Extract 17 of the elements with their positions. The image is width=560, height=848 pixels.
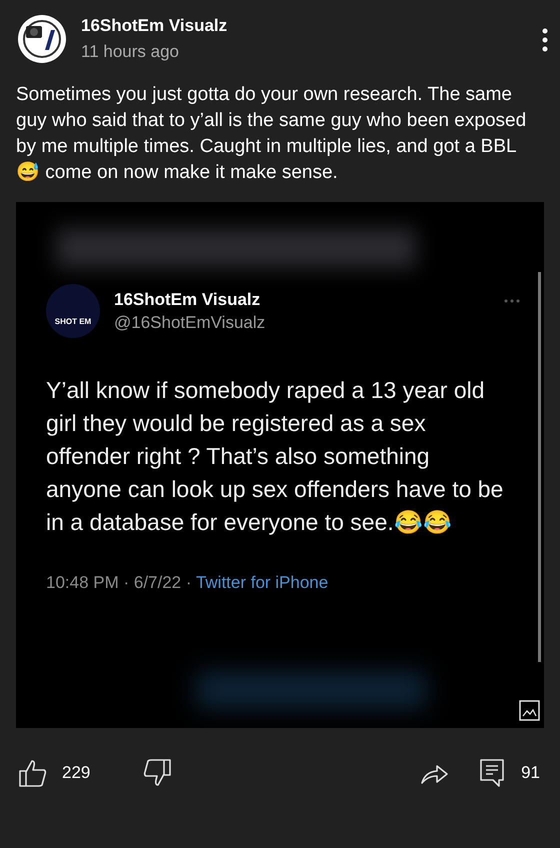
more-options-icon[interactable] <box>542 28 548 52</box>
post-image[interactable] <box>16 202 544 728</box>
more-options-icon <box>504 299 520 303</box>
tweet-author-name: 16ShotEm Visualz <box>114 290 262 310</box>
post-time: 11 hours ago <box>81 42 180 62</box>
tweet-meta: 10:48 PM · 6/7/22 · Twitter for iPhone <box>46 573 330 593</box>
tweet-handle: @16ShotEmVisualz <box>114 312 266 332</box>
like-icon[interactable] <box>18 758 48 788</box>
dislike-icon[interactable] <box>142 758 172 788</box>
tweet-text: Y’all know if somebody raped a 13 year old girl they would be registered as a sex offender right ? That’s also something anyone can look up sex offenders have to be in a database for everyone to see.😂😂 <box>46 376 504 537</box>
comment-count: 91 <box>521 763 540 783</box>
like-count: 229 <box>62 763 90 783</box>
avatar-icon[interactable] <box>17 14 67 64</box>
post-text: Sometimes you just gotta do your own research. The same guy who said that to y’all is the same guy who been exposed by me multiple times. Caught in multiple lies, and got a BBL 😅 come on now make it make sense. <box>15 83 528 185</box>
image-icon[interactable] <box>519 700 540 721</box>
tweet-avatar: SHOT EM <box>46 284 100 338</box>
channel-name[interactable]: 16ShotEm Visualz <box>81 16 528 36</box>
